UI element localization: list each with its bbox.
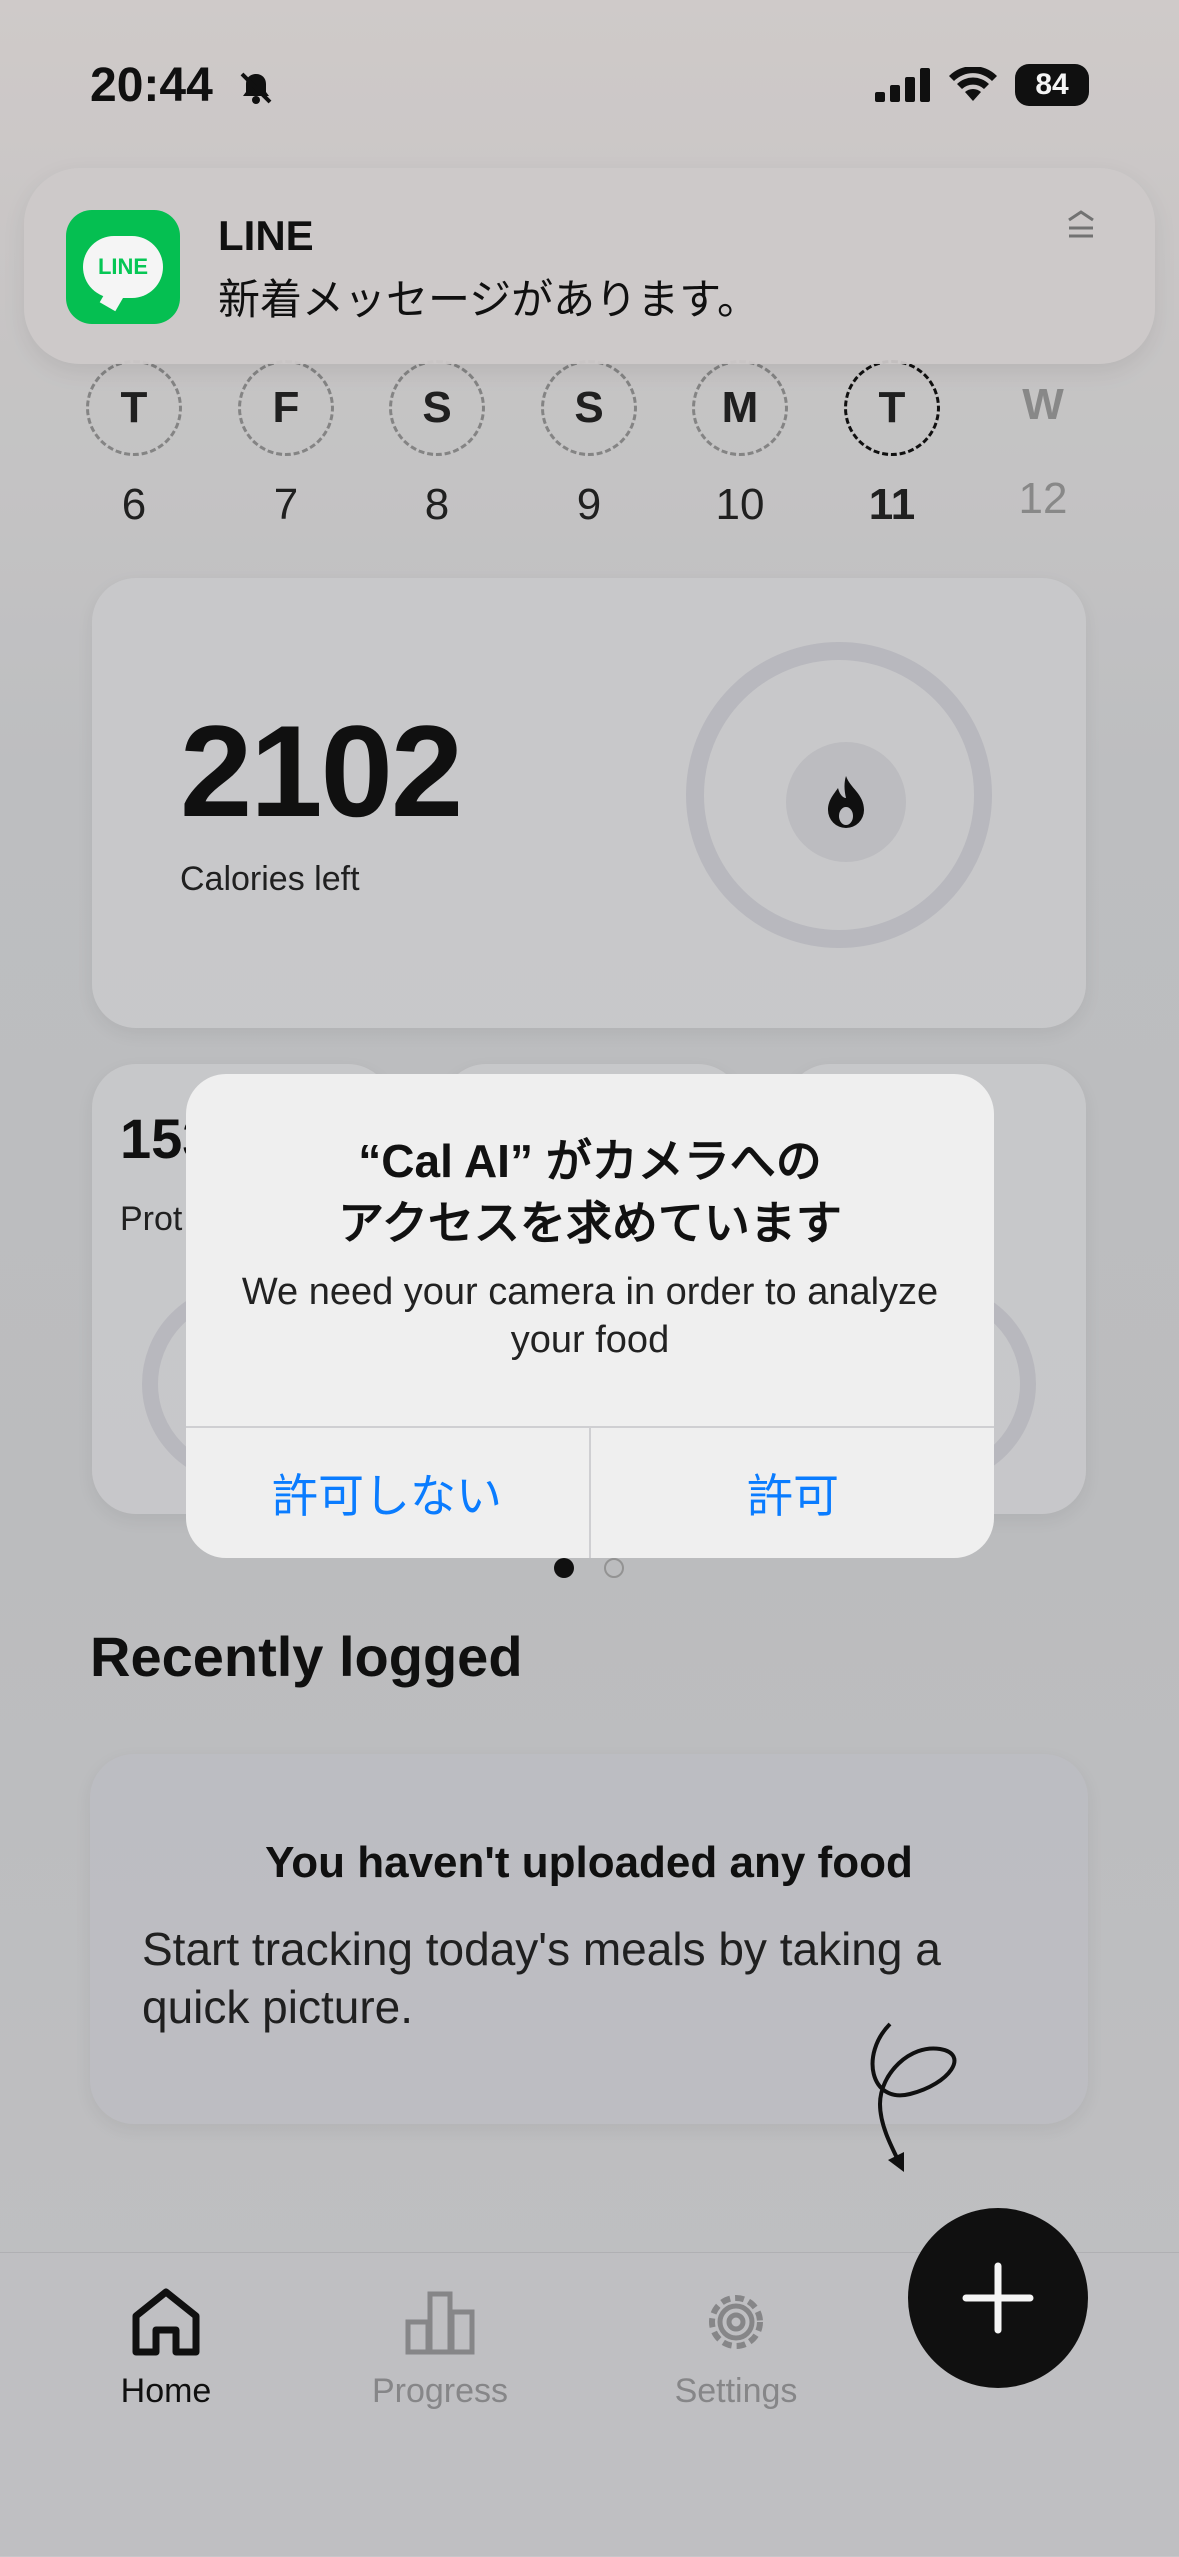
allow-button[interactable]: 許可: [592, 1428, 994, 1558]
app-screen: 20:44 84 T 6 F 7 S 8 S 9 M 10 T 11 W 12 …: [0, 0, 1179, 2557]
alert-title: “Cal AI” がカメラへの アクセスを求めています: [226, 1130, 954, 1254]
deny-button[interactable]: 許可しない: [186, 1428, 588, 1558]
camera-permission-alert: “Cal AI” がカメラへの アクセスを求めています We need your…: [186, 1074, 994, 1558]
alert-title-line1: “Cal AI” がカメラへの: [358, 1135, 822, 1187]
alert-message: We need your camera in order to analyze …: [241, 1271, 939, 1361]
line-logo-text: LINE: [97, 254, 149, 279]
alert-divider: [589, 1426, 591, 1558]
alert-title-line2: アクセスを求めています: [338, 1197, 842, 1249]
